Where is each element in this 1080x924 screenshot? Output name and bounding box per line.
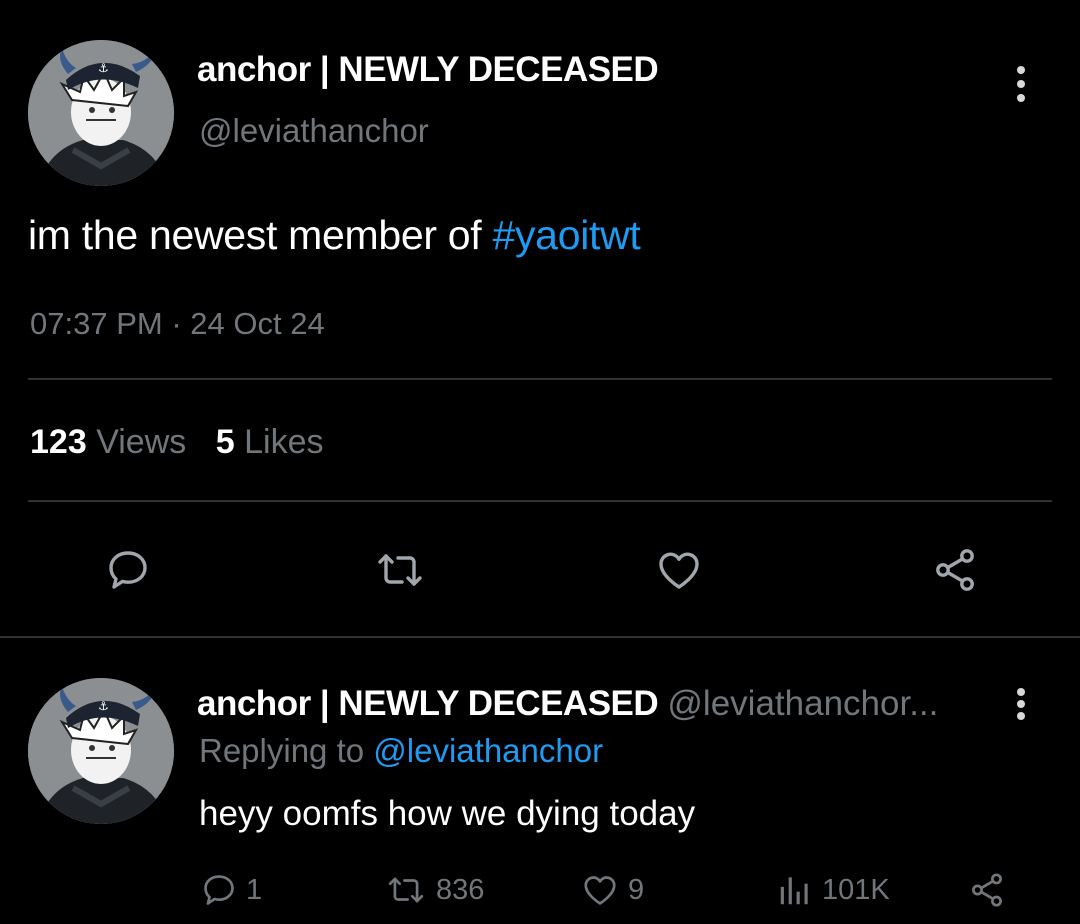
retweet-icon xyxy=(378,554,422,586)
timestamp-separator: · xyxy=(171,306,182,341)
replying-to-label: Replying to xyxy=(199,732,365,769)
reply-header: anchor | NEWLY DECEASED @leviathanchor..… xyxy=(197,684,938,724)
avatar-illustration: ⚓ xyxy=(28,678,174,824)
share-button[interactable] xyxy=(926,542,984,598)
retweet-button[interactable] xyxy=(370,542,430,598)
share-icon xyxy=(936,549,974,591)
svg-text:⚓: ⚓ xyxy=(98,699,109,713)
retweet-icon xyxy=(388,877,424,903)
reply-views-button[interactable]: 101K xyxy=(776,868,890,912)
views-count: 101K xyxy=(822,873,890,906)
display-name[interactable]: anchor | NEWLY DECEASED xyxy=(197,50,659,90)
reply-display-name[interactable]: anchor | NEWLY DECEASED xyxy=(197,684,659,723)
reply-text: heyy oomfs how we dying today xyxy=(199,794,696,833)
tweet-text-body: im the newest member of xyxy=(28,212,493,258)
share-icon xyxy=(972,873,1002,907)
like-count: 9 xyxy=(628,873,645,906)
like-button[interactable] xyxy=(650,542,708,598)
tweet-text: im the newest member of #yaoitwt xyxy=(28,212,641,259)
reply-icon xyxy=(109,551,147,589)
timestamp: 07:37 PM · 24 Oct 24 xyxy=(30,306,325,342)
reply-count: 1 xyxy=(246,873,263,906)
reply-more-options-icon[interactable] xyxy=(1016,688,1026,720)
views-icon xyxy=(780,877,808,905)
views-label: Views xyxy=(96,423,187,461)
like-icon xyxy=(659,552,699,589)
reply-user-handle[interactable]: @leviathanchor... xyxy=(667,684,938,723)
likes-count[interactable]: 5 xyxy=(216,423,235,461)
hashtag-link[interactable]: #yaoitwt xyxy=(492,212,640,258)
reply-like-button[interactable]: 9 xyxy=(580,868,644,912)
replying-to: Replying to @leviathanchor xyxy=(199,732,603,770)
divider xyxy=(0,636,1080,638)
svg-text:⚓: ⚓ xyxy=(98,61,109,75)
avatar-illustration: ⚓ xyxy=(28,40,174,186)
replying-to-handle[interactable]: @leviathanchor xyxy=(373,732,603,769)
reply-button[interactable] xyxy=(100,542,156,598)
divider xyxy=(28,378,1052,380)
tweet-time: 07:37 PM xyxy=(30,306,163,341)
avatar[interactable]: ⚓ xyxy=(28,40,174,186)
reply-retweet-button[interactable]: 836 xyxy=(384,868,484,912)
likes-label[interactable]: Likes xyxy=(244,423,323,461)
avatar[interactable]: ⚓ xyxy=(28,678,174,824)
more-options-icon[interactable] xyxy=(1016,66,1026,102)
user-handle[interactable]: @leviathanchor xyxy=(199,112,429,150)
reply-reply-button[interactable]: 1 xyxy=(200,868,262,912)
reply-icon xyxy=(204,875,234,905)
reply-share-button[interactable] xyxy=(966,868,1008,912)
tweet-date: 24 Oct 24 xyxy=(190,306,325,341)
divider xyxy=(28,500,1052,502)
views-count: 123 xyxy=(30,423,87,461)
engagement-stats: 123 Views 5 Likes xyxy=(30,423,323,462)
retweet-count: 836 xyxy=(436,873,485,906)
like-icon xyxy=(584,876,616,905)
